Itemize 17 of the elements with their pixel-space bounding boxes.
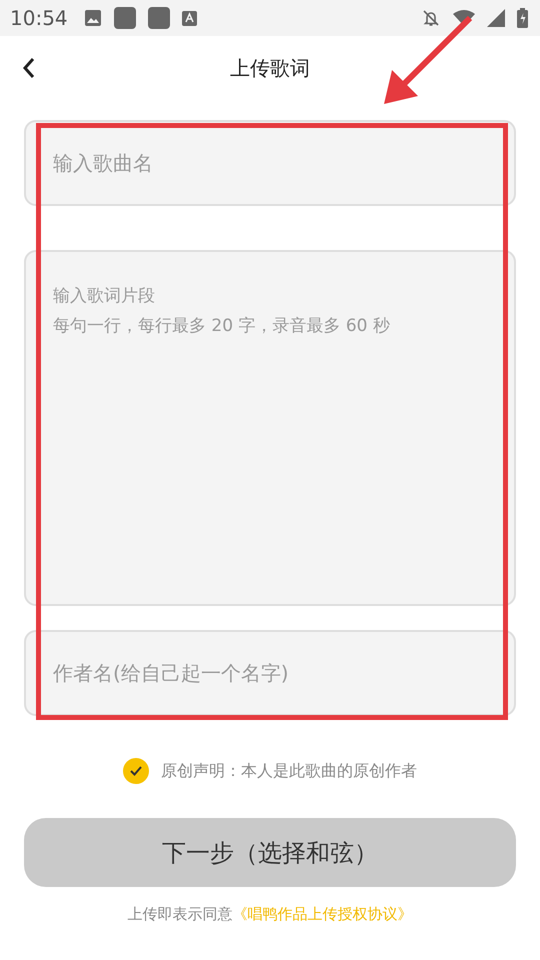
checkmark-icon [130, 766, 142, 776]
declaration-label: 原创声明：本人是此歌曲的原创作者 [161, 760, 417, 782]
app-icon [114, 7, 136, 29]
input-field[interactable]: 作者名(给自己起一个名字) [24, 630, 516, 716]
signal-icon [487, 9, 505, 27]
status-time: 10:54 [10, 6, 68, 30]
image-icon [84, 9, 102, 27]
agreement-text: 上传即表示同意 [128, 905, 232, 923]
chevron-left-icon [22, 57, 36, 79]
input-field[interactable]: 输入歌曲名 [24, 120, 516, 206]
hint-text: 每句一行，每行最多 20 字，录音最多 60 秒 [53, 315, 390, 337]
bell-off-icon [421, 8, 441, 28]
keyboard-icon [182, 10, 197, 26]
page-title: 上传歌词 [230, 54, 310, 82]
app-icon [148, 7, 170, 29]
battery-icon [517, 8, 528, 28]
checkbox[interactable] [123, 758, 149, 784]
